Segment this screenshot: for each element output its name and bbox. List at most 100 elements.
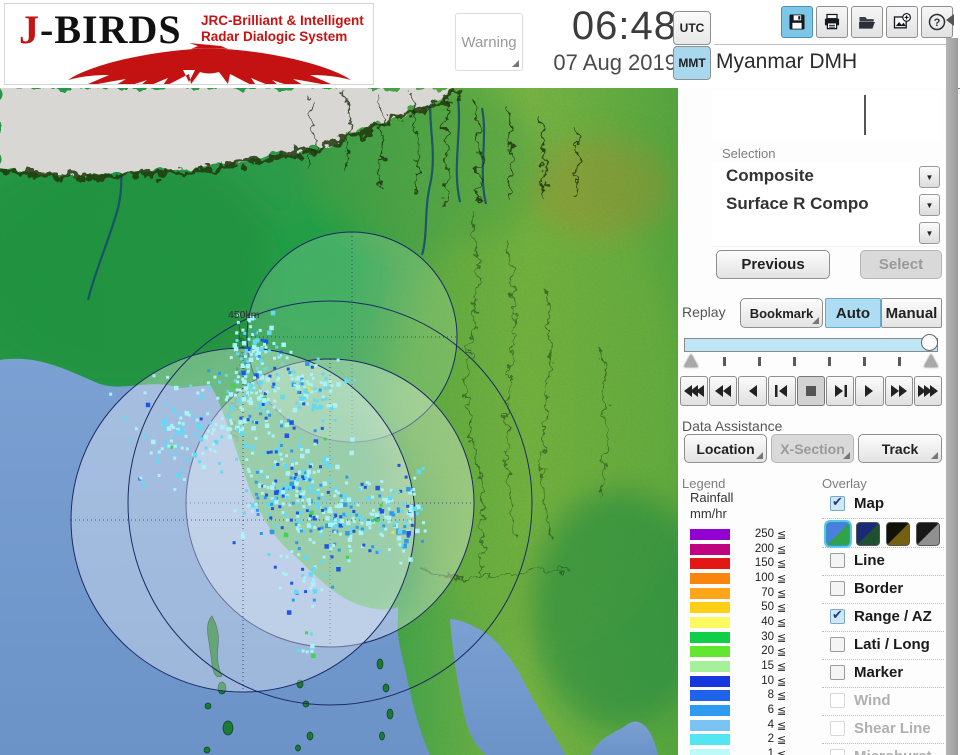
replay-timeline-slider[interactable] bbox=[684, 338, 938, 352]
checkbox-map[interactable] bbox=[830, 494, 845, 511]
product-dropdown-3[interactable]: ▼ bbox=[712, 218, 942, 247]
legend-row: 40 ≦ bbox=[690, 616, 800, 630]
location-button[interactable]: Location bbox=[684, 434, 767, 463]
fast-rewind-button[interactable] bbox=[680, 376, 709, 406]
legend-row: 150 ≦ bbox=[690, 557, 800, 571]
legend-row: 15 ≦ bbox=[690, 660, 800, 674]
track-button[interactable]: Track bbox=[858, 434, 942, 463]
legend-value: 10 bbox=[761, 674, 774, 687]
panel-collapse-arrow-icon[interactable] bbox=[946, 14, 954, 26]
overlay-item-label: Line bbox=[854, 552, 885, 569]
legend-operator: ≦ bbox=[777, 719, 787, 732]
rewind-button[interactable] bbox=[709, 376, 738, 406]
range-ring-label: 450km bbox=[228, 309, 260, 321]
checkbox-lati-long[interactable] bbox=[830, 637, 845, 652]
mmt-button[interactable]: MMT bbox=[673, 46, 711, 80]
x-section-button[interactable]: X-Section bbox=[771, 434, 854, 463]
header-bar: J-BIRDS JRC-Brilliant & Intelligent Rada… bbox=[0, 0, 960, 89]
legend-operator: ≦ bbox=[777, 734, 787, 747]
clock-date: 07 Aug 2019 bbox=[553, 50, 677, 75]
map-style-swatch-3[interactable] bbox=[886, 522, 910, 546]
export-image-icon bbox=[893, 13, 911, 29]
chevron-down-icon[interactable]: ▼ bbox=[919, 166, 940, 188]
overlay-label: Overlay bbox=[822, 476, 867, 491]
legend-operator: ≦ bbox=[777, 587, 787, 600]
print-button[interactable] bbox=[816, 6, 848, 38]
replay-slider-thumb[interactable] bbox=[921, 334, 938, 351]
legend-row: 100 ≦ bbox=[690, 572, 800, 586]
station-input[interactable] bbox=[712, 90, 940, 140]
map-style-swatches bbox=[822, 518, 944, 547]
save-icon bbox=[789, 14, 805, 30]
clock-time: 06:48 bbox=[571, 4, 677, 48]
legend-operator: ≦ bbox=[777, 675, 787, 688]
legend-operator: ≦ bbox=[777, 661, 787, 674]
legend-swatch bbox=[690, 529, 730, 540]
map-style-swatch-1[interactable] bbox=[826, 522, 850, 546]
stop-icon bbox=[805, 386, 816, 396]
radar-map[interactable]: 450km bbox=[0, 88, 678, 755]
step-back-button[interactable] bbox=[767, 376, 796, 406]
select-button[interactable]: Select bbox=[860, 250, 942, 279]
product-dropdown-2[interactable]: Surface R Compo ▼ bbox=[712, 190, 942, 219]
slider-start-marker[interactable] bbox=[684, 354, 698, 367]
bookmark-button[interactable]: Bookmark bbox=[740, 298, 823, 328]
data-assistance-label: Data Assistance bbox=[682, 418, 783, 434]
slider-end-marker[interactable] bbox=[924, 354, 938, 367]
utc-button[interactable]: UTC bbox=[673, 11, 711, 45]
chevron-down-icon[interactable]: ▼ bbox=[919, 222, 940, 244]
legend-operator: ≦ bbox=[777, 602, 787, 615]
play-button[interactable] bbox=[855, 376, 884, 406]
product-dropdown-1[interactable]: Composite ▼ bbox=[712, 162, 942, 191]
checkbox-range-az[interactable] bbox=[830, 607, 845, 624]
overlay-item-label: Shear Line bbox=[854, 720, 931, 737]
overlay-row-range-az: Range / AZ bbox=[822, 603, 944, 631]
play-back-icon bbox=[748, 385, 757, 397]
legend-operator: ≦ bbox=[777, 617, 787, 630]
map-style-swatch-4[interactable] bbox=[916, 522, 940, 546]
panel-edge-strip[interactable] bbox=[946, 38, 958, 755]
slider-tick bbox=[758, 357, 761, 366]
auto-mode-button[interactable]: Auto bbox=[825, 298, 881, 328]
checkbox-line[interactable] bbox=[830, 553, 845, 568]
slider-tick bbox=[723, 357, 726, 366]
overlay-row-border: Border bbox=[822, 575, 944, 603]
warning-button[interactable]: Warning bbox=[455, 13, 523, 71]
legend-value: 70 bbox=[761, 586, 774, 599]
map-style-swatch-2[interactable] bbox=[856, 522, 880, 546]
legend-row: 20 ≦ bbox=[690, 645, 800, 659]
checkbox-border[interactable] bbox=[830, 581, 845, 596]
save-button[interactable] bbox=[781, 6, 813, 38]
control-panel: Selection Composite ▼ Surface R Compo ▼ … bbox=[678, 88, 946, 755]
legend-swatch bbox=[690, 587, 730, 599]
play-back-button[interactable] bbox=[738, 376, 767, 406]
open-folder-button[interactable] bbox=[851, 6, 883, 38]
legend-swatch bbox=[690, 631, 730, 643]
slider-tick bbox=[793, 357, 796, 366]
legend-swatch bbox=[690, 617, 730, 629]
legend-row: 30 ≦ bbox=[690, 631, 800, 645]
legend-value: 30 bbox=[761, 630, 774, 643]
legend-value: 50 bbox=[761, 601, 774, 614]
manual-mode-button[interactable]: Manual bbox=[881, 298, 942, 328]
legend-swatch bbox=[690, 543, 730, 555]
legend-row: 70 ≦ bbox=[690, 587, 800, 601]
overlay-row-lati-long: Lati / Long bbox=[822, 631, 944, 659]
legend-row: 200 ≦ bbox=[690, 543, 800, 557]
legend-row: 50 ≦ bbox=[690, 601, 800, 615]
previous-button[interactable]: Previous bbox=[716, 250, 830, 279]
forward-button[interactable] bbox=[884, 376, 913, 406]
step-forward-button[interactable] bbox=[826, 376, 855, 406]
panel-separator bbox=[714, 44, 946, 45]
legend-row: 8 ≦ bbox=[690, 689, 800, 703]
checkbox-marker[interactable] bbox=[830, 665, 845, 680]
legend-value: 250 bbox=[754, 528, 774, 540]
legend-swatch bbox=[690, 602, 730, 614]
fast-forward-button[interactable] bbox=[913, 376, 942, 406]
toolbar: ? bbox=[781, 6, 953, 38]
export-image-button[interactable] bbox=[886, 6, 918, 38]
chevron-down-icon[interactable]: ▼ bbox=[919, 194, 940, 216]
stop-button[interactable] bbox=[796, 376, 826, 406]
legend-value: 15 bbox=[761, 660, 774, 673]
overlay-row-shear-line: Shear Line bbox=[822, 715, 944, 743]
